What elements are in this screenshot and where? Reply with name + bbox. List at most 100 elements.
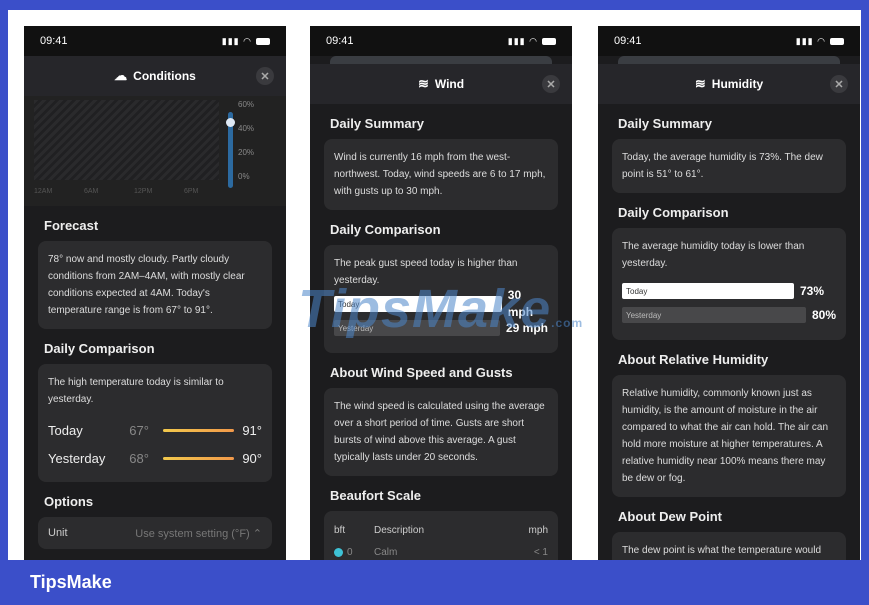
sheet-title: Conditions — [133, 69, 196, 83]
bar-fill: Today — [622, 283, 794, 299]
temp-range-bar — [162, 456, 235, 460]
x-tick: 12PM — [134, 188, 153, 195]
close-button[interactable]: ✕ — [542, 75, 560, 93]
bar-fill: Yesterday — [334, 320, 500, 336]
col-header: bft — [334, 524, 346, 536]
summary-card: Today, the average humidity is 73%. The … — [612, 139, 846, 193]
status-icons: ▮▮▮ ◠ — [508, 36, 556, 47]
sheet-title: Wind — [434, 77, 465, 91]
bar-value: 30 mph — [507, 288, 534, 319]
wind-icon: ≋ — [417, 76, 429, 91]
row-label: Today — [48, 422, 83, 438]
options-title: Options — [44, 494, 94, 509]
status-icons: ▮▮▮ ◠ — [222, 36, 270, 47]
bar-value: 73% — [800, 283, 825, 298]
bft-cell: 0 — [334, 547, 374, 558]
cloud-icon: ☁ — [114, 68, 128, 83]
chart-area — [34, 100, 219, 180]
sheet-header: ≋ Humidity ✕ — [598, 64, 860, 104]
status-icons: ▮▮▮ ◠ — [796, 36, 844, 47]
summary-title: Daily Summary — [618, 116, 712, 131]
x-tick: 12AM — [34, 188, 53, 195]
level-dot-icon — [334, 547, 343, 557]
temp-range-bar — [162, 428, 235, 432]
close-button[interactable]: ✕ — [256, 67, 274, 85]
dew-title: About Dew Point — [618, 509, 722, 524]
bar-value: 29 mph — [505, 320, 548, 335]
battery-icon — [830, 37, 844, 45]
comparison-card: The high temperature today is similar to… — [38, 364, 272, 482]
bar-value: 80% — [811, 307, 836, 322]
bar-fill: Today — [334, 296, 502, 312]
precip-chart: 60% 40% 20% 0% 12AM 6AM 12PM 6PM — [24, 96, 286, 206]
status-time: 09:41 — [614, 35, 642, 47]
status-time: 09:41 — [326, 35, 354, 47]
comparison-title: Daily Comparison — [618, 205, 729, 220]
conditions-sheet: ☁ Conditions ✕ 60% 40% 20% 0% 12AM 6AM 1… — [24, 56, 286, 560]
forecast-title: Forecast — [44, 218, 99, 233]
row-low: 68° — [129, 450, 149, 466]
desc-cell: Calm — [374, 546, 398, 558]
mph-cell: < 1 — [533, 546, 548, 558]
row-low: 67° — [129, 422, 149, 438]
status-bar: 09:41 ▮▮▮ ◠ — [24, 26, 286, 56]
comparison-card: The average humidity today is lower than… — [612, 228, 846, 340]
sheet-header: ☁ Conditions ✕ — [24, 56, 286, 96]
humidity-phone: 09:41 ▮▮▮ ◠ ≋ Humidity ✕ Daily Summary T… — [598, 26, 860, 560]
beaufort-title: Beaufort Scale — [330, 488, 422, 503]
humidity-icon: ≋ — [694, 76, 706, 91]
row-high: 90° — [242, 450, 262, 466]
sheet-title: Humidity — [711, 77, 764, 91]
bar-yesterday: Yesterday 80% — [622, 306, 836, 324]
summary-card: Wind is currently 16 mph from the west-n… — [324, 139, 558, 210]
y-tick: 20% — [238, 148, 255, 157]
wind-sheet: ≋ Wind ✕ Daily Summary Wind is currently… — [310, 64, 572, 560]
about-card: Relative humidity, commonly known just a… — [612, 375, 846, 497]
col-header: Description — [374, 524, 425, 536]
about-title: About Relative Humidity — [618, 352, 769, 367]
bar-yesterday: Yesterday 29 mph — [334, 319, 548, 337]
comparison-row-today: Today 67° 91° — [48, 416, 262, 444]
footer-brand: TipsMake — [30, 572, 112, 592]
close-button[interactable]: ✕ — [830, 75, 848, 93]
x-tick: 6AM — [84, 188, 99, 195]
y-tick: 40% — [238, 124, 255, 133]
comparison-title: Daily Comparison — [330, 222, 441, 237]
comparison-title: Daily Comparison — [44, 341, 155, 356]
screenshot-stage: 09:41 ▮▮▮ ◠ ☁ Conditions ✕ 60% 40% 20% 0… — [8, 10, 861, 560]
battery-icon — [256, 37, 270, 45]
y-tick: 0% — [238, 172, 250, 181]
unit-value: Use system setting (°F) ⌃ — [135, 527, 262, 540]
comparison-card: The peak gust speed today is higher than… — [324, 245, 558, 353]
forecast-card: 78° now and mostly cloudy. Partly cloudy… — [38, 241, 272, 329]
unit-label: Unit — [48, 527, 68, 539]
bar-today: Today 73% — [622, 282, 836, 300]
about-title: About Wind Speed and Gusts — [330, 365, 513, 380]
sheet-header: ≋ Wind ✕ — [310, 64, 572, 104]
unit-select[interactable]: Unit Use system setting (°F) ⌃ — [38, 517, 272, 549]
comparison-text: The high temperature today is similar to… — [48, 377, 224, 405]
dew-card: The dew point is what the temperature wo… — [612, 532, 846, 560]
beaufort-table: bft Description mph 0 Calm < 1 — [324, 511, 558, 560]
table-row: 0 Calm < 1 — [334, 541, 548, 560]
beaufort-header: bft Description mph — [334, 519, 548, 541]
comparison-row-yesterday: Yesterday 68° 90° — [48, 444, 262, 472]
humidity-sheet: ≋ Humidity ✕ Daily Summary Today, the av… — [598, 64, 860, 560]
comparison-text: The average humidity today is lower than… — [622, 241, 805, 269]
bar-fill: Yesterday — [622, 307, 806, 323]
row-label: Yesterday — [48, 450, 106, 466]
col-header: mph — [528, 524, 548, 536]
status-bar: 09:41 ▮▮▮ ◠ — [310, 26, 572, 56]
comparison-text: The peak gust speed today is higher than… — [334, 258, 518, 286]
chart-point — [226, 118, 235, 127]
conditions-phone: 09:41 ▮▮▮ ◠ ☁ Conditions ✕ 60% 40% 20% 0… — [24, 26, 286, 560]
bar-today: Today 30 mph — [334, 288, 548, 319]
about-card: The wind speed is calculated using the a… — [324, 388, 558, 476]
summary-title: Daily Summary — [330, 116, 424, 131]
x-tick: 6PM — [184, 188, 199, 195]
battery-icon — [542, 37, 556, 45]
wind-phone: 09:41 ▮▮▮ ◠ ≋ Wind ✕ Daily Summary Wind … — [310, 26, 572, 560]
y-tick: 60% — [238, 100, 255, 109]
status-bar: 09:41 ▮▮▮ ◠ — [598, 26, 860, 56]
row-high: 91° — [242, 422, 262, 438]
